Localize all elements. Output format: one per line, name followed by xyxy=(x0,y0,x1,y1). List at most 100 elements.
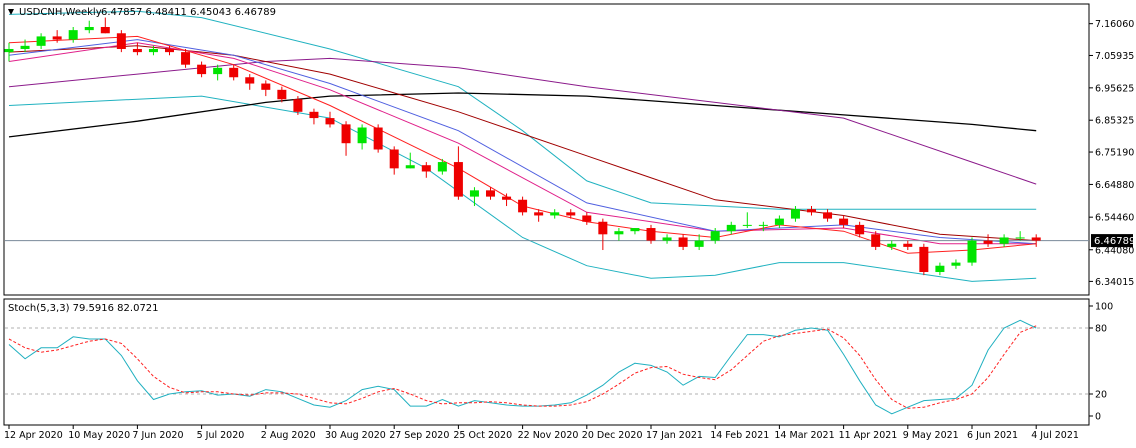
chart-window: 7.16060 7.05935 6.95625 6.85325 6.75190 6.648… xyxy=(3,3,1135,441)
time-tick-label: 11 Apr 2021 xyxy=(839,430,898,441)
candle-body xyxy=(598,221,608,235)
candle-body xyxy=(582,215,592,222)
candle-body xyxy=(646,228,656,241)
candle-body xyxy=(518,199,528,213)
candle-body xyxy=(132,48,142,53)
current-price-label: 6.46789 xyxy=(1094,236,1135,247)
price-axis: 7.16060 7.05935 6.95625 6.85325 6.75190 6.648… xyxy=(1089,19,1134,288)
candle-body xyxy=(389,149,399,169)
symbol-label: USDCNH,Weekly xyxy=(19,7,102,18)
time-tick-label: 4 Jul 2021 xyxy=(1031,430,1079,441)
candle-body xyxy=(566,212,576,216)
candle-body xyxy=(421,165,431,172)
candle-body xyxy=(967,240,977,263)
price-tick-label: 6.64880 xyxy=(1095,180,1134,191)
candle-body xyxy=(293,99,303,112)
time-tick-label: 27 Sep 2020 xyxy=(389,430,449,441)
candle-body xyxy=(983,240,993,244)
candle-body xyxy=(630,228,640,232)
candle-body xyxy=(999,237,1009,244)
candle-body xyxy=(758,224,768,226)
candle-body xyxy=(373,127,383,150)
candle-body xyxy=(614,231,624,235)
candle-body xyxy=(469,190,479,197)
stochastic-tick-label: 0 xyxy=(1095,412,1101,423)
candle-body xyxy=(357,127,367,144)
time-tick-label: 6 Jun 2021 xyxy=(967,430,1018,441)
time-tick-label: 12 Apr 2020 xyxy=(4,430,63,441)
candle xyxy=(967,237,977,266)
candle-body xyxy=(1031,237,1041,241)
candle-body xyxy=(790,209,800,219)
candle-body xyxy=(341,124,351,144)
time-tick-label: 20 Dec 2020 xyxy=(582,430,643,441)
candle-body xyxy=(405,165,415,169)
candle-body xyxy=(1015,237,1025,239)
candle-body xyxy=(534,212,544,216)
time-tick-label: 25 Oct 2020 xyxy=(453,430,512,441)
candle-body xyxy=(502,196,512,200)
price-tick-label: 7.16060 xyxy=(1095,19,1134,30)
stochastic-axis: 100 80 20 0 xyxy=(1089,302,1113,423)
candle xyxy=(373,124,383,153)
time-tick-label: 2 Aug 2020 xyxy=(261,430,316,441)
candle-body xyxy=(20,45,30,49)
candle-body xyxy=(84,26,94,31)
time-tick-label: 9 May 2021 xyxy=(903,430,959,441)
candle-body xyxy=(903,243,913,247)
candle-body xyxy=(774,218,784,225)
candle-body xyxy=(839,218,849,225)
time-tick-label: 17 Jan 2021 xyxy=(646,430,703,441)
stochastic-label: Stoch(5,3,3) 79.5916 82.0721 xyxy=(8,303,159,314)
candle-body xyxy=(694,240,704,247)
candle-body xyxy=(855,224,865,235)
candle-body xyxy=(165,48,174,53)
ohlc-readout: 6.47857 6.48411 6.45043 6.46789 xyxy=(101,7,276,18)
candle-body xyxy=(197,64,207,75)
candle-body xyxy=(100,26,110,34)
candle-body xyxy=(245,77,255,84)
candle-body xyxy=(325,118,335,125)
candle-body xyxy=(919,246,929,273)
candle-body xyxy=(437,162,447,172)
candle-body xyxy=(486,190,495,197)
price-tick-label: 6.75190 xyxy=(1095,148,1134,159)
time-axis: 12 Apr 2020 10 May 2020 7 Jun 2020 5 Jul 20… xyxy=(4,425,1079,441)
time-tick-label: 5 Jul 2020 xyxy=(197,430,245,441)
candle-body xyxy=(213,67,223,75)
time-tick-label: 30 Aug 2020 xyxy=(325,430,386,441)
price-tick-label: 6.95625 xyxy=(1095,83,1134,94)
candle-body xyxy=(951,262,961,266)
candle xyxy=(919,243,929,276)
candle-body xyxy=(710,231,720,241)
candle-body xyxy=(662,237,672,241)
stochastic-tick-label: 100 xyxy=(1095,302,1113,313)
candle-body xyxy=(550,212,560,216)
candle-body xyxy=(742,224,752,226)
candle-body xyxy=(823,212,833,219)
candle-body xyxy=(4,48,14,53)
stochastic-tick-label: 20 xyxy=(1095,390,1107,401)
candle-body xyxy=(935,265,945,273)
time-tick-label: 22 Nov 2020 xyxy=(518,430,579,441)
candle-body xyxy=(36,36,46,46)
candle-body xyxy=(229,67,239,78)
candle-body xyxy=(871,234,881,247)
candle-body xyxy=(309,111,319,119)
candle-body xyxy=(277,89,287,100)
time-tick-label: 10 May 2020 xyxy=(68,430,130,441)
candle-body xyxy=(807,209,816,213)
price-tick-label: 6.34015 xyxy=(1095,277,1134,288)
candle-body xyxy=(68,30,78,40)
price-tick-label: 6.54460 xyxy=(1095,213,1134,224)
time-tick-label: 7 Jun 2020 xyxy=(132,430,183,441)
price-tick-label: 6.85325 xyxy=(1095,116,1134,127)
candle-body xyxy=(148,48,158,53)
candle-body xyxy=(52,36,62,40)
current-price-tag: 6.46789 xyxy=(1091,234,1135,248)
stochastic-tick-label: 80 xyxy=(1095,324,1107,335)
candle-body xyxy=(261,83,271,90)
candle-body xyxy=(181,52,191,65)
time-tick-label: 14 Feb 2021 xyxy=(710,430,769,441)
candle-body xyxy=(116,33,126,49)
